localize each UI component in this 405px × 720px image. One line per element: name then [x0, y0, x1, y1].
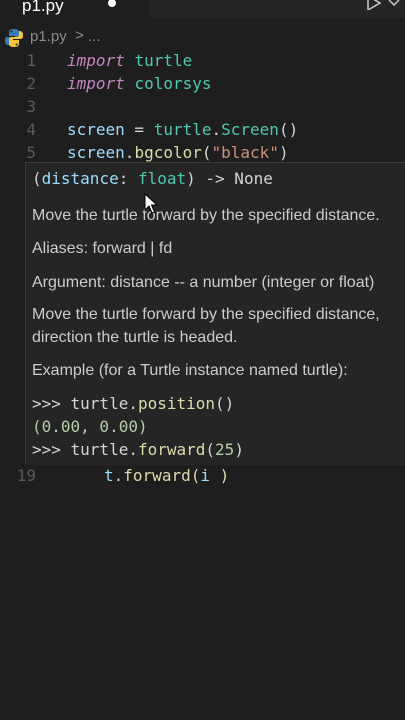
sig-return: ) -> None	[186, 169, 273, 188]
chevron-down-icon[interactable]	[388, 0, 400, 9]
example-function: forward	[137, 440, 206, 459]
example-line-2: (0.00, 0.00)	[32, 417, 148, 436]
line-number: 4	[26, 120, 36, 139]
line-number: 3	[26, 97, 36, 116]
code-line-2[interactable]: 2 import colorsys	[0, 74, 405, 97]
paren-close: )	[278, 143, 289, 162]
run-icon[interactable]	[366, 0, 382, 10]
string-literal: "black"	[211, 143, 279, 162]
sig-param: distance	[41, 169, 119, 188]
module-name: turtle	[134, 51, 193, 70]
variable-screen: screen	[67, 143, 125, 162]
doc-example-heading: Example (for a Turtle instance named tur…	[32, 362, 348, 379]
dot: .	[128, 394, 138, 413]
variable-i: i	[200, 466, 210, 485]
class-screen: Screen	[221, 120, 279, 139]
example-object: turtle	[70, 440, 129, 459]
tab-label: p1.py	[22, 0, 64, 15]
operator: =	[124, 120, 154, 139]
example-function: position	[137, 394, 216, 413]
line-code: import turtle	[67, 51, 192, 70]
breadcrumb-more[interactable]: ...	[88, 28, 101, 45]
tab-p1-py[interactable]: p1.py	[0, 0, 150, 18]
sig-open: (	[32, 169, 42, 188]
doc-detail-line1: Move the turtle forward by the specified…	[32, 306, 380, 323]
dot: .	[113, 466, 124, 485]
sig-type: float	[137, 169, 187, 188]
function-forward: forward	[123, 466, 191, 485]
function-bgcolor: bgcolor	[134, 143, 202, 162]
code-line-4[interactable]: 4 screen = turtle.Screen()	[0, 120, 405, 143]
example-object: turtle	[70, 394, 129, 413]
dot: .	[128, 440, 138, 459]
example-line-3: >>> turtle.forward(25)	[32, 440, 244, 459]
keyword-import: import	[67, 74, 125, 93]
line-number: 1	[26, 51, 36, 70]
example-number: 25	[215, 440, 235, 459]
sig-colon: :	[118, 169, 138, 188]
code-line-19[interactable]: 19 t.forward(i )	[0, 466, 405, 489]
doc-argument: Argument: distance -- a number (integer …	[32, 274, 375, 291]
paren-open: (	[201, 143, 212, 162]
example-output: (0.00, 0.00)	[32, 417, 148, 436]
breadcrumb-separator: >	[75, 27, 84, 44]
unsaved-dot-icon[interactable]	[108, 0, 116, 7]
dot: .	[124, 143, 135, 162]
dot: .	[211, 120, 222, 139]
parens: ()	[278, 120, 299, 139]
example-line-1: >>> turtle.position()	[32, 394, 234, 413]
paren-open: (	[190, 466, 201, 485]
hover-documentation-popup[interactable]: (distance: float) -> None Move the turtl…	[25, 162, 405, 465]
line-number: 2	[26, 74, 36, 93]
variable-screen: screen	[67, 120, 125, 139]
line-code: t.forward(i )	[104, 466, 229, 485]
line-code: import colorsys	[67, 74, 212, 93]
parens: ()	[215, 394, 235, 413]
keyword-import: import	[67, 51, 125, 70]
module-name: colorsys	[134, 74, 212, 93]
paren-close: )	[234, 440, 244, 459]
line-number: 5	[26, 143, 36, 162]
mouse-cursor-icon	[144, 193, 158, 214]
breadcrumb-file[interactable]: p1.py	[30, 28, 67, 45]
code-line-3[interactable]: 3	[0, 97, 405, 120]
line-code: screen = turtle.Screen()	[67, 120, 298, 139]
paren-close: )	[210, 466, 230, 485]
line-number: 19	[16, 466, 36, 485]
paren-open: (	[205, 440, 216, 459]
repl-prompt: >>>	[32, 440, 71, 459]
line-code: screen.bgcolor("black")	[67, 143, 289, 162]
python-icon	[5, 29, 23, 47]
repl-prompt: >>>	[32, 394, 71, 413]
module-turtle: turtle	[153, 120, 212, 139]
code-line-1[interactable]: 1 import turtle	[0, 51, 405, 74]
doc-detail-line2: direction the turtle is headed.	[32, 329, 238, 346]
function-signature: (distance: float) -> None	[32, 169, 273, 188]
doc-description: Move the turtle forward by the specified…	[32, 207, 380, 224]
doc-aliases: Aliases: forward | fd	[32, 240, 173, 257]
variable-t: t	[104, 466, 114, 485]
editor-tab-bar: p1.py	[0, 0, 405, 18]
